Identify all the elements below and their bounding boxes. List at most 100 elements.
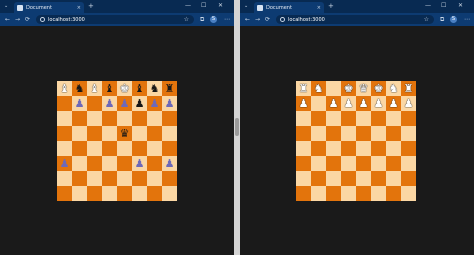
board-square[interactable] [371,156,386,171]
board-square[interactable]: ♟ [371,96,386,111]
white-king-icon[interactable]: ♚ [344,81,354,96]
board-square[interactable] [311,141,326,156]
board-square[interactable] [87,126,102,141]
board-square[interactable] [296,141,311,156]
board-square[interactable] [326,81,341,96]
purple-pawn-icon[interactable]: ♟ [135,156,145,171]
board-square[interactable] [326,111,341,126]
board-square[interactable]: ♜ [296,81,311,96]
white-queen-icon[interactable]: ♛ [359,81,369,96]
address-bar[interactable]: localhost:3000 ☆ [276,15,434,24]
board-square[interactable] [162,141,177,156]
white-king-icon[interactable]: ♚ [374,81,384,96]
tab-search-icon[interactable]: ⌄ [4,3,8,9]
board-square[interactable] [147,156,162,171]
white-knight-icon[interactable]: ♞ [389,81,399,96]
board-square[interactable] [102,141,117,156]
board-square[interactable] [102,126,117,141]
tab-close-icon[interactable]: × [317,5,321,11]
board-square[interactable] [341,111,356,126]
reload-icon[interactable]: ⟳ [25,16,30,23]
board-square[interactable] [341,171,356,186]
board-square[interactable] [162,171,177,186]
board-square[interactable] [117,141,132,156]
board-square[interactable] [386,141,401,156]
board-square[interactable] [57,171,72,186]
white-bishop-icon[interactable]: ♝ [60,81,70,96]
board-square[interactable] [401,126,416,141]
board-square[interactable] [102,171,117,186]
board-square[interactable] [311,96,326,111]
board-square[interactable] [401,186,416,201]
board-square[interactable] [132,186,147,201]
white-rook-icon[interactable]: ♜ [404,81,414,96]
board-square[interactable] [87,96,102,111]
board-square[interactable]: ♟ [386,96,401,111]
board-square[interactable] [326,126,341,141]
board-square[interactable] [356,111,371,126]
board-square[interactable] [326,156,341,171]
board-square[interactable]: ♚ [341,81,356,96]
white-king-icon[interactable]: ♚ [120,81,130,96]
board-square[interactable] [356,126,371,141]
white-pawn-icon[interactable]: ♟ [374,96,384,111]
black-bishop-icon[interactable]: ♝ [105,81,115,96]
board-square[interactable] [162,186,177,201]
black-rook-icon[interactable]: ♜ [165,81,175,96]
white-pawn-icon[interactable]: ♟ [329,96,339,111]
board-square[interactable] [326,141,341,156]
board-square[interactable] [57,186,72,201]
white-pawn-icon[interactable]: ♟ [359,96,369,111]
purple-pawn-icon[interactable]: ♟ [120,96,130,111]
address-bar[interactable]: localhost:3000 ☆ [36,15,194,24]
white-pawn-icon[interactable]: ♟ [299,96,309,111]
board-square[interactable] [102,186,117,201]
board-square[interactable] [401,111,416,126]
profile-avatar[interactable]: S [210,16,217,23]
board-square[interactable]: ♝ [102,81,117,96]
board-square[interactable] [341,186,356,201]
board-square[interactable] [57,96,72,111]
board-square[interactable] [311,111,326,126]
board-square[interactable] [356,186,371,201]
board-square[interactable] [162,126,177,141]
board-square[interactable] [371,111,386,126]
site-info-icon[interactable] [280,17,285,22]
board-square[interactable] [341,126,356,141]
black-knight-icon[interactable]: ♞ [150,81,160,96]
board-square[interactable] [296,156,311,171]
board-square[interactable] [296,171,311,186]
board-square[interactable]: ♚ [371,81,386,96]
board-square[interactable] [296,126,311,141]
board-square[interactable] [326,171,341,186]
board-square[interactable] [311,171,326,186]
board-square[interactable] [326,186,341,201]
extensions-icon[interactable]: ⧉ [440,16,444,23]
tab-document[interactable]: Document × [254,2,324,13]
board-square[interactable] [386,111,401,126]
extensions-icon[interactable]: ⧉ [200,16,204,23]
black-bishop-icon[interactable]: ♝ [135,81,145,96]
black-knight-icon[interactable]: ♞ [75,81,85,96]
board-square[interactable]: ♟ [162,156,177,171]
maximize-icon[interactable]: ☐ [201,2,206,10]
bookmark-star-icon[interactable]: ☆ [184,16,189,23]
board-square[interactable]: ♟ [326,96,341,111]
board-square[interactable] [371,141,386,156]
board-square[interactable] [72,186,87,201]
board-square[interactable] [386,156,401,171]
tab-close-icon[interactable]: × [77,5,81,11]
tab-document[interactable]: Document × [14,2,84,13]
bookmark-star-icon[interactable]: ☆ [424,16,429,23]
board-square[interactable] [132,111,147,126]
board-square[interactable]: ♞ [386,81,401,96]
board-square[interactable] [72,141,87,156]
close-window-icon[interactable]: ✕ [218,2,223,10]
new-tab-button[interactable]: + [88,2,94,11]
new-tab-button[interactable]: + [328,2,334,11]
close-window-icon[interactable]: ✕ [458,2,463,10]
white-pawn-icon[interactable]: ♟ [344,96,354,111]
board-square[interactable]: ♜ [162,81,177,96]
board-square[interactable] [386,126,401,141]
board-square[interactable] [401,171,416,186]
